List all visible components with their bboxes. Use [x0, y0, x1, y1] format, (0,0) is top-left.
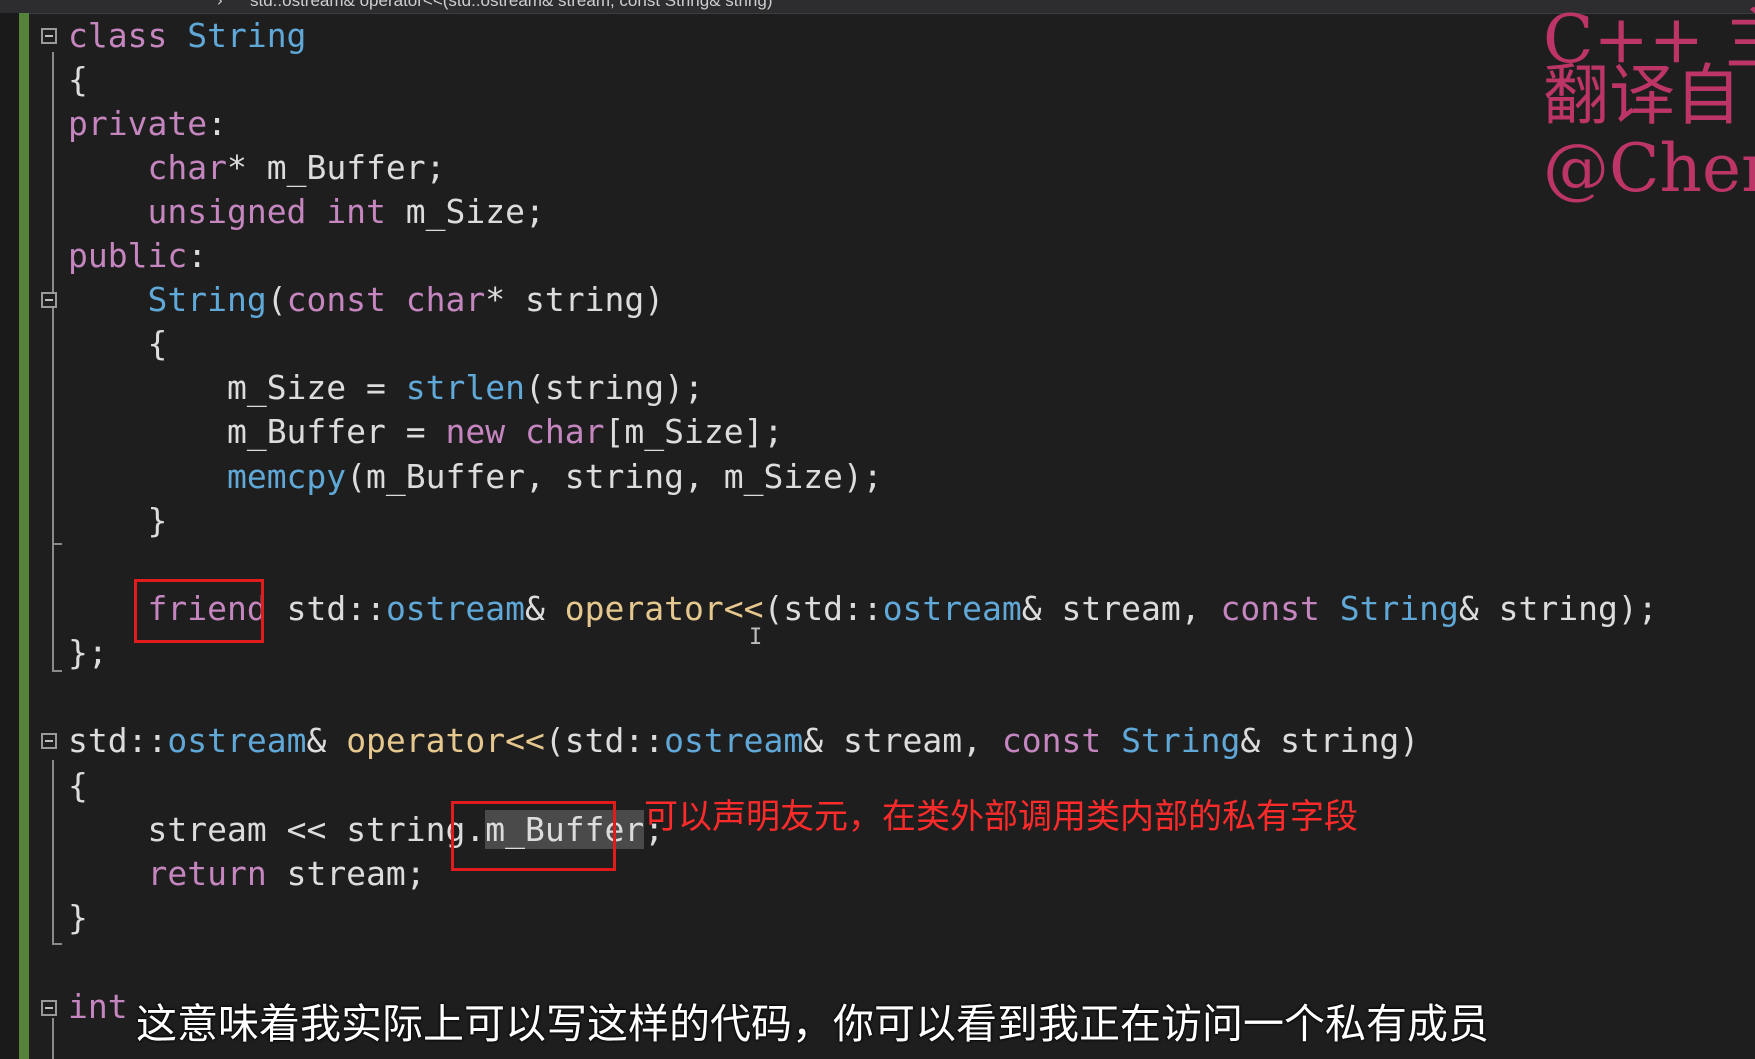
line-number-gutter	[0, 13, 19, 1059]
code-line[interactable]: };	[68, 631, 108, 675]
code-line[interactable]: }	[68, 499, 167, 543]
highlight-box-friend	[134, 579, 264, 643]
collapse-icon[interactable]	[41, 28, 57, 44]
outline-guide-end	[52, 943, 62, 945]
collapse-icon[interactable]	[41, 1000, 57, 1016]
code-line[interactable]: unsigned int m_Size;	[68, 190, 544, 234]
code-line[interactable]: std::ostream& operator<<(std::ostream& s…	[68, 719, 1419, 763]
code-line[interactable]: {	[68, 322, 167, 366]
watermark-line: 翻译自	[1543, 57, 1741, 134]
code-line[interactable]: m_Buffer = new char[m_Size];	[68, 410, 783, 454]
code-line[interactable]: char* m_Buffer;	[68, 146, 445, 190]
member-dropdown[interactable]: std::ostream& operator<<(std::ostream& s…	[250, 0, 772, 11]
code-line[interactable]: return stream;	[68, 852, 425, 896]
code-line[interactable]: private:	[68, 102, 227, 146]
code-line[interactable]: {	[68, 764, 88, 808]
code-line[interactable]: m_Size = strlen(string);	[68, 366, 704, 410]
outline-guide	[52, 320, 54, 545]
code-line[interactable]: int	[68, 985, 128, 1029]
code-line[interactable]: }	[68, 896, 88, 940]
code-line-friend-declaration[interactable]: friend std::ostream& operator<<(std::ost…	[68, 587, 1657, 631]
highlight-box-m-buffer	[451, 801, 616, 871]
code-line[interactable]: public:	[68, 234, 207, 278]
annotation-text: 可以声明友元，在类外部调用类内部的私有字段	[644, 797, 1358, 837]
outline-guide-end	[52, 543, 62, 545]
collapse-icon[interactable]	[41, 733, 57, 749]
chevron-right-icon: ›	[215, 0, 225, 10]
mouse-ibeam-cursor: I	[749, 625, 763, 650]
outline-guide	[52, 760, 54, 945]
outline-guide-end	[52, 670, 62, 672]
code-line[interactable]: String(const char* string)	[68, 278, 664, 322]
navigation-bar: › std::ostream& operator<<(std::ostream&…	[0, 0, 1755, 14]
collapse-icon[interactable]	[41, 292, 57, 308]
watermark-line: @Cherr	[1543, 130, 1755, 207]
code-line[interactable]: class String	[68, 14, 306, 58]
video-subtitle: 这意味着我实际上可以写这样的代码，你可以看到我正在访问一个私有成员	[136, 1000, 1489, 1048]
code-line[interactable]: {	[68, 58, 88, 102]
code-line[interactable]: memcpy(m_Buffer, string, m_Size);	[68, 455, 883, 499]
outline-guide	[52, 1018, 54, 1059]
change-tracking-bar	[19, 13, 29, 1059]
